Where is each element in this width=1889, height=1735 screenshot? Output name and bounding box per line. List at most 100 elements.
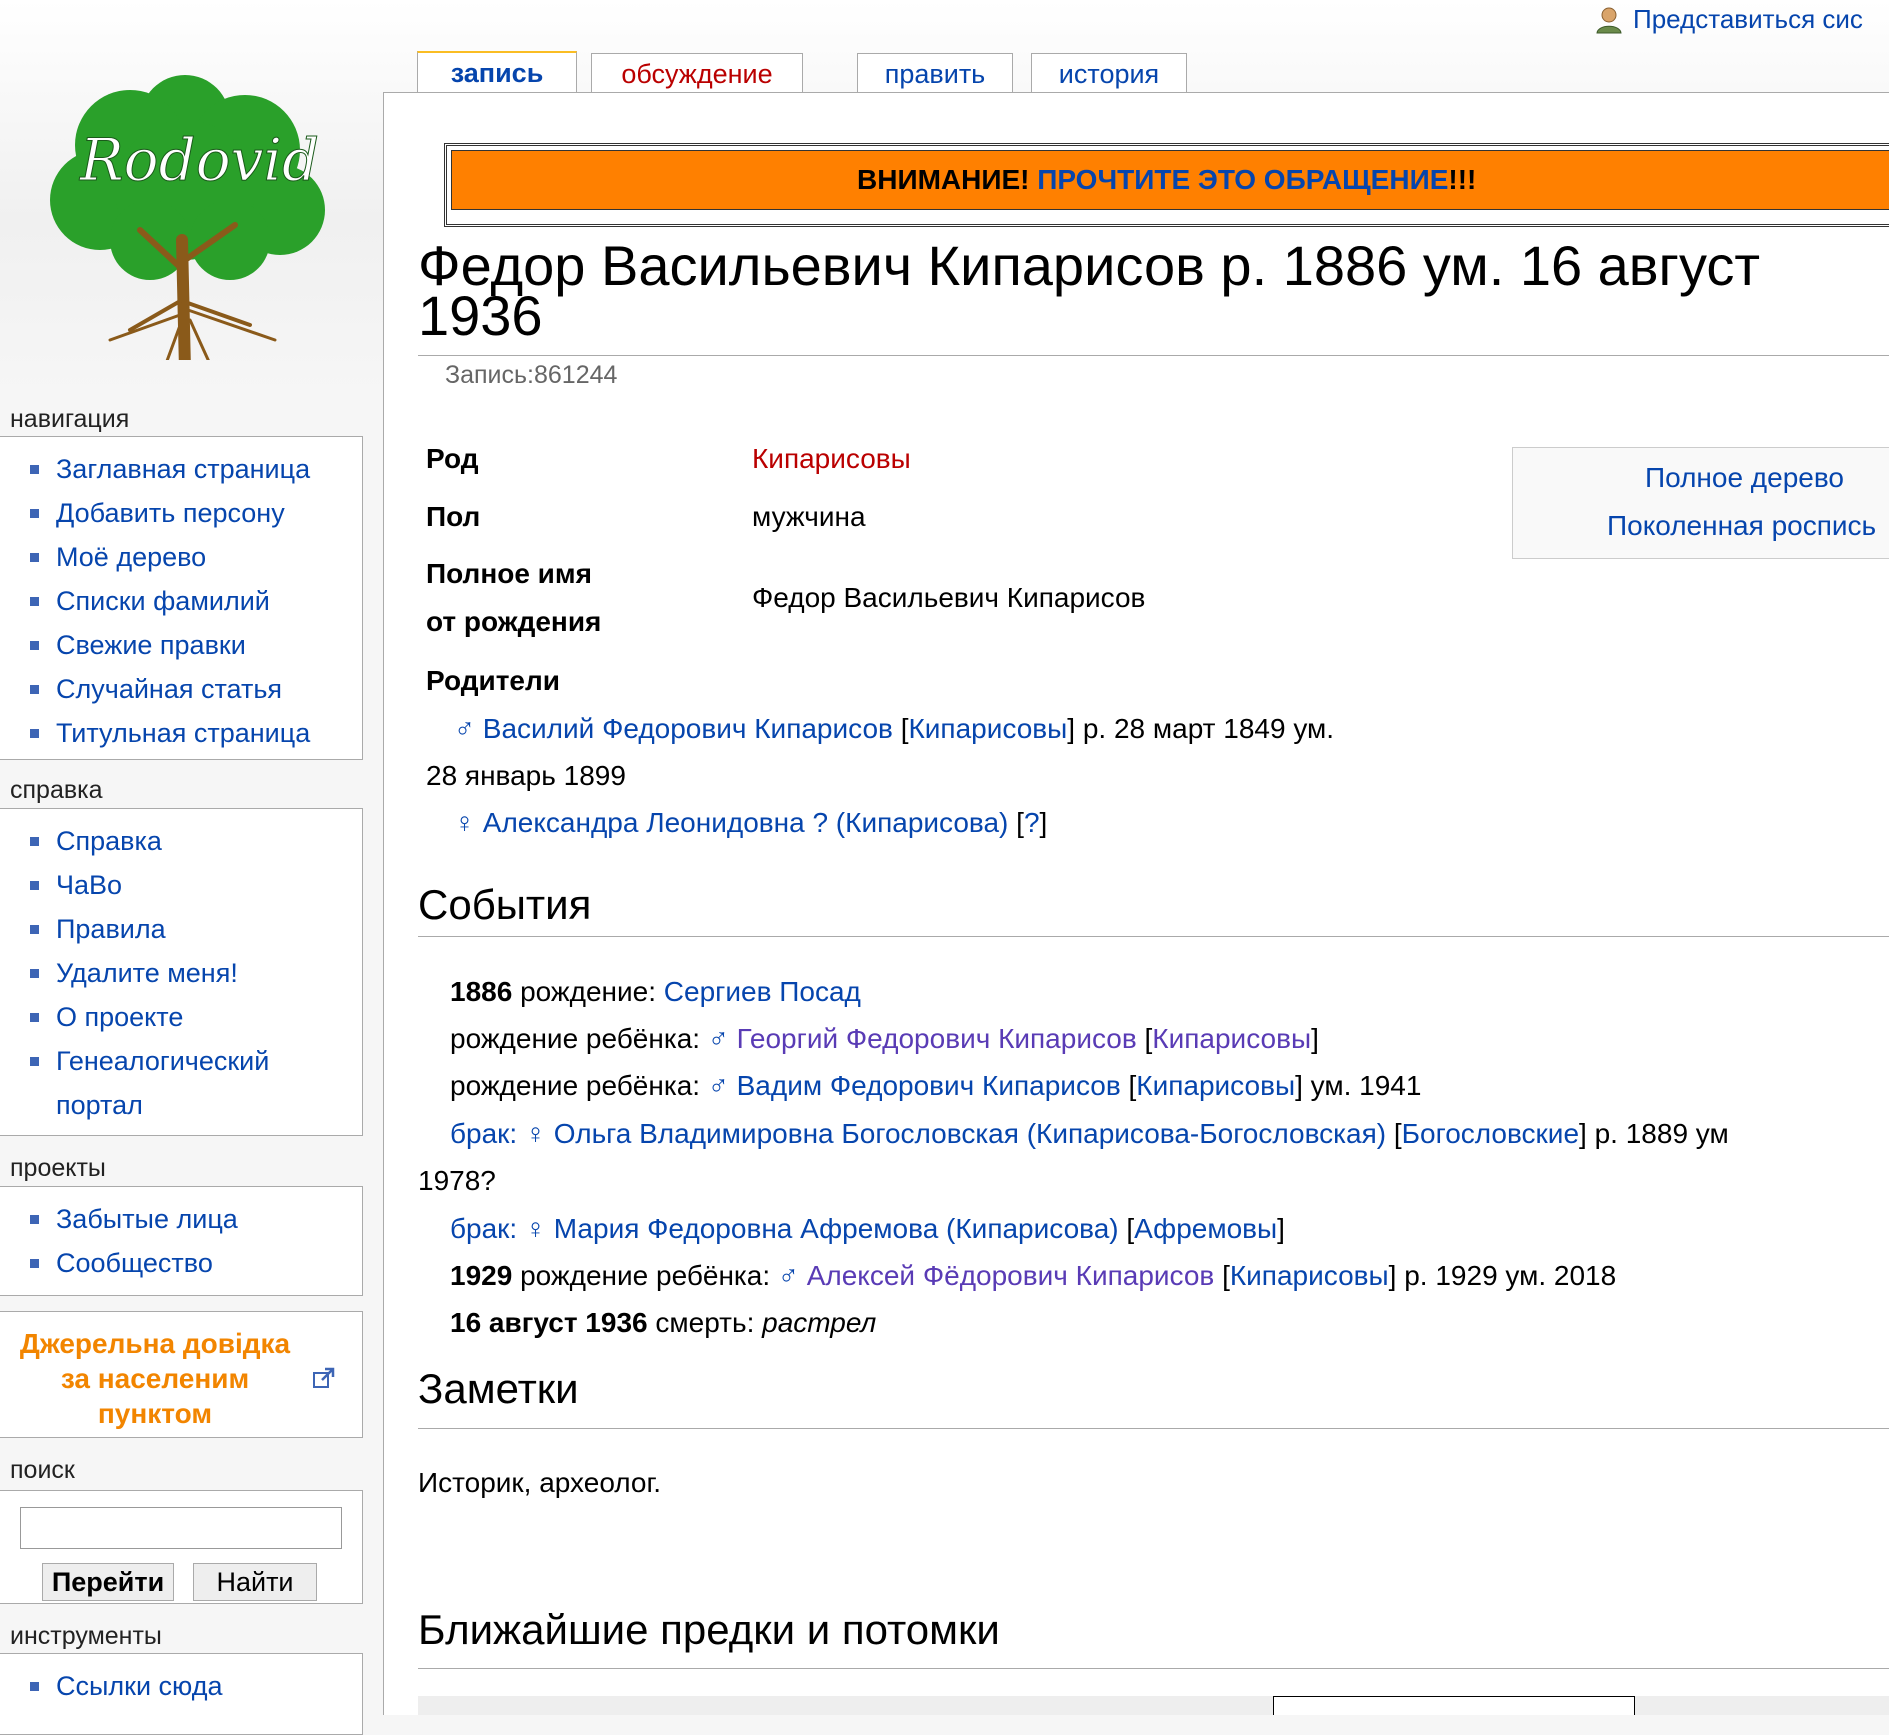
father-link[interactable]: Василий Федорович Кипарисов <box>483 713 893 744</box>
male-symbol: ♂ <box>707 1023 729 1054</box>
notes-heading: Заметки <box>418 1365 579 1412</box>
project-item-label: Сообщество <box>56 1248 213 1278</box>
nav-item-label: Титульная страница <box>56 718 311 748</box>
event-marriage-1-dates-cont: 1978? <box>418 1165 496 1196</box>
tools-portal: Ссылки сюда <box>0 1653 363 1735</box>
site-notice: ВНИМАНИЕ! ПРОЧТИТЕ ЭТО ОБРАЩЕНИЕ!!! <box>444 143 1889 227</box>
event-child-1: рождение ребёнка: ♂ Георгий Федорович Ки… <box>450 1023 1319 1054</box>
nav-item-label: Списки фамилий <box>56 586 270 616</box>
help-item-label: Правила <box>56 914 166 944</box>
search-button[interactable]: Найти <box>193 1563 317 1601</box>
mother-clan-link[interactable]: ? <box>1024 807 1040 838</box>
event-child-2: рождение ребёнка: ♂ Вадим Федорович Кипа… <box>450 1070 1422 1101</box>
tab-discussion-label: обсуждение <box>621 59 773 89</box>
nav-item-random[interactable]: Случайная статья <box>0 667 362 711</box>
event-birth-place-link[interactable]: Сергиев Посад <box>664 976 861 1007</box>
nav-item-label: Случайная статья <box>56 674 283 704</box>
event-child-2-type: рождение ребёнка: <box>450 1070 701 1101</box>
help-item-about[interactable]: О проекте <box>0 995 362 1039</box>
source-line-1: Джерельна довідка <box>19 1328 291 1359</box>
relatives-tree-table <box>418 1696 1889 1715</box>
event-death-date: 16 август 1936 <box>450 1307 648 1338</box>
event-child-1-clan-link[interactable]: Кипарисовы <box>1152 1023 1311 1054</box>
event-birth-year: 1886 <box>450 976 513 1007</box>
rod-value-link[interactable]: Кипарисовы <box>752 443 911 475</box>
rod-label: Род <box>426 443 479 474</box>
nav-item-title-page[interactable]: Титульная страница <box>0 711 362 755</box>
event-child-2-clan-link[interactable]: Кипарисовы <box>1136 1070 1295 1101</box>
tab-discussion[interactable]: обсуждение <box>591 53 803 92</box>
project-item-forgotten-faces[interactable]: Забытые лица <box>0 1197 362 1241</box>
event-child-2-dates: ум. 1941 <box>1310 1070 1422 1101</box>
generations-link[interactable]: Поколенная роспись <box>1607 510 1876 542</box>
event-child-1-link[interactable]: Георгий Федорович Кипарисов <box>737 1023 1137 1054</box>
help-item-label-cont: портал <box>56 1090 143 1120</box>
personal-tools: Представиться сис <box>1595 4 1863 35</box>
event-birth-type: рождение: <box>520 976 657 1007</box>
event-marriage-1-link[interactable]: Ольга Владимировна Богословская (Кипарис… <box>554 1118 1386 1149</box>
tool-item-what-links-here[interactable]: Ссылки сюда <box>0 1664 362 1708</box>
notice-link[interactable]: ПРОЧТИТЕ ЭТО ОБРАЩЕНИЕ <box>1037 164 1448 195</box>
source-reference-link[interactable]: Джерельна довідка за населеним пунктом <box>10 1326 300 1431</box>
event-marriage-2-link[interactable]: Мария Федоровна Афремова (Кипарисова) <box>554 1213 1119 1244</box>
male-symbol: ♂ <box>707 1070 729 1101</box>
tree-links-box: Полное дерево Поколенная роспись <box>1512 447 1889 559</box>
event-child-3-year: 1929 <box>450 1260 513 1291</box>
record-id: Запись:861244 <box>445 361 618 389</box>
mother-link[interactable]: Александра Леонидовна ? (Кипарисова) <box>483 807 1009 838</box>
event-child-1-type: рождение ребёнка: <box>450 1023 701 1054</box>
search-portal: Перейти Найти <box>0 1490 363 1604</box>
nav-item-add-person[interactable]: Добавить персону <box>0 491 362 535</box>
help-item-rules[interactable]: Правила <box>0 907 362 951</box>
relatives-divider <box>418 1668 1889 1669</box>
event-marriage-1-clan-link[interactable]: Богословские <box>1402 1118 1579 1149</box>
tab-record[interactable]: запись <box>417 51 577 94</box>
help-item-faq[interactable]: ЧаВо <box>0 863 362 907</box>
help-item-label: Генеалогический <box>56 1046 270 1076</box>
nav-item-surnames[interactable]: Списки фамилий <box>0 579 362 623</box>
help-item-delete-me[interactable]: Удалите меня! <box>0 951 362 995</box>
site-logo[interactable]: Rodovid <box>20 40 350 382</box>
projects-heading: проекты <box>10 1154 106 1182</box>
event-marriage-1-type[interactable]: брак: <box>450 1118 517 1149</box>
relatives-heading: Ближайшие предки и потомки <box>418 1606 1000 1653</box>
help-item-help[interactable]: Справка <box>0 819 362 863</box>
tab-history[interactable]: история <box>1031 53 1187 92</box>
nav-item-label: Моё дерево <box>56 542 207 572</box>
go-button[interactable]: Перейти <box>42 1563 174 1601</box>
login-link[interactable]: Представиться сис <box>1633 4 1863 35</box>
pol-value: мужчина <box>752 501 866 532</box>
nav-item-my-tree[interactable]: Моё дерево <box>0 535 362 579</box>
tools-heading: инструменты <box>10 1622 162 1650</box>
event-marriage-2: брак: ♀ Мария Федоровна Афремова (Кипари… <box>450 1213 1285 1244</box>
event-child-3-clan-link[interactable]: Кипарисовы <box>1230 1260 1389 1291</box>
event-death-note: растрел <box>762 1307 877 1338</box>
nav-item-recent-changes[interactable]: Свежие правки <box>0 623 362 667</box>
help-item-label: О проекте <box>56 1002 184 1032</box>
help-item-label: Удалите меня! <box>56 958 238 988</box>
search-input[interactable] <box>20 1507 342 1549</box>
event-death: 16 август 1936 смерть: растрел <box>450 1307 876 1339</box>
event-child-3-type: рождение ребёнка: <box>520 1260 771 1291</box>
full-tree-link[interactable]: Полное дерево <box>1645 462 1844 494</box>
event-marriage-2-type[interactable]: брак: <box>450 1213 517 1244</box>
nav-item-main-page[interactable]: Заглавная страница <box>0 447 362 491</box>
tool-item-label: Ссылки сюда <box>56 1671 223 1701</box>
title-divider <box>418 355 1889 356</box>
help-portal: Справка ЧаВо Правила Удалите меня! О про… <box>0 808 363 1136</box>
external-link-icon[interactable] <box>312 1366 336 1395</box>
tab-edit[interactable]: править <box>857 53 1013 92</box>
source-reference-box: Джерельна довідка за населеним пунктом <box>0 1311 363 1438</box>
help-item-genealogy-portal[interactable]: Генеалогический портал <box>0 1039 362 1127</box>
father-clan-link[interactable]: Кипарисовы <box>908 713 1067 744</box>
source-line-3: пунктом <box>97 1398 213 1429</box>
navigation-heading: навигация <box>10 405 130 433</box>
project-item-community[interactable]: Сообщество <box>0 1241 362 1285</box>
event-marriage-2-clan-link[interactable]: Афремовы <box>1134 1213 1277 1244</box>
notes-text: Историк, археолог. <box>418 1467 662 1498</box>
help-item-label: Справка <box>56 826 162 856</box>
event-child-3-link[interactable]: Алексей Фёдорович Кипарисов <box>807 1260 1215 1291</box>
logo-text: Rodovid <box>79 126 319 194</box>
event-child-2-link[interactable]: Вадим Федорович Кипарисов <box>737 1070 1121 1101</box>
fullname-value: Федор Васильевич Кипарисов <box>752 582 1146 613</box>
